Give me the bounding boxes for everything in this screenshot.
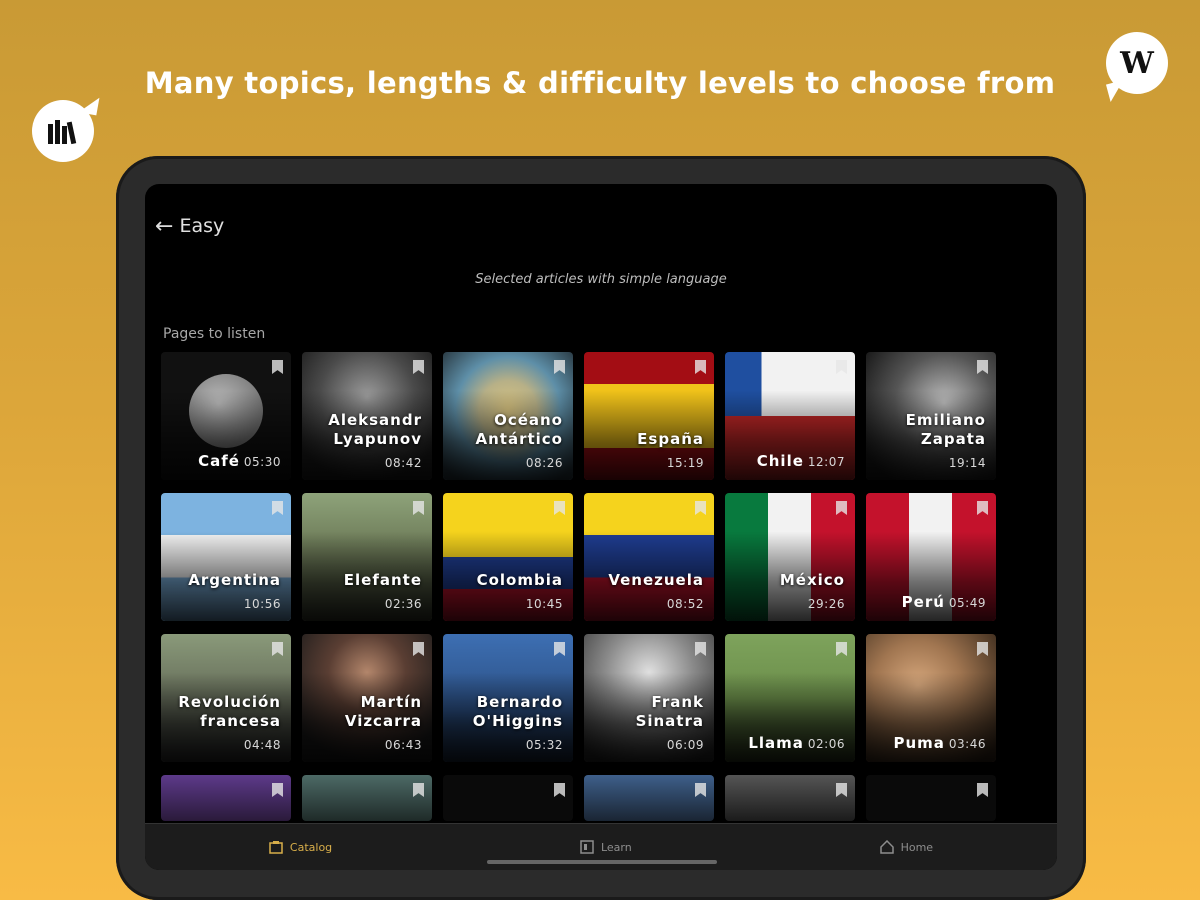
bookmark-icon[interactable]	[977, 783, 988, 797]
nav-catalog[interactable]: Catalog	[269, 840, 332, 854]
library-logo-icon	[32, 100, 94, 162]
card-duration: 04:48	[243, 738, 281, 752]
card-title: Bernardo O'Higgins	[472, 693, 563, 730]
card-duration: 06:09	[666, 738, 704, 752]
article-card-ohiggins[interactable]: Bernardo O'Higgins 05:32	[443, 634, 573, 762]
card-title: Perú	[901, 593, 945, 611]
article-card-lyapunov[interactable]: Aleksandr Lyapunov 08:42	[302, 352, 432, 480]
card-duration: 03:46	[948, 737, 986, 751]
article-card-partial[interactable]	[866, 775, 996, 821]
card-title: Chile	[756, 452, 804, 470]
article-card-vizcarra[interactable]: Martín Vizcarra 06:43	[302, 634, 432, 762]
article-card-elefante[interactable]: Elefante 02:36	[302, 493, 432, 621]
card-title: Aleksandr Lyapunov	[328, 411, 422, 448]
article-card-chile[interactable]: Chile 12:07	[725, 352, 855, 480]
card-duration: 10:56	[243, 597, 281, 611]
card-duration: 10:45	[525, 597, 563, 611]
article-card-espana[interactable]: España 15:19	[584, 352, 714, 480]
nav-catalog-label: Catalog	[289, 840, 333, 854]
wikipedia-logo-icon: W	[1106, 32, 1168, 94]
card-title: Colombia	[476, 571, 563, 589]
card-title-row: Perú 05:49	[902, 593, 986, 611]
card-title: Elefante	[343, 571, 422, 589]
card-duration: 08:26	[525, 456, 563, 470]
card-title-row: Llama 02:06	[748, 734, 845, 752]
nav-home[interactable]: Home	[879, 840, 934, 854]
bookmark-icon[interactable]	[554, 783, 565, 797]
nav-home-label: Home	[900, 840, 934, 854]
card-title-row: Chile 12:07	[757, 452, 845, 470]
article-card-partial[interactable]	[584, 775, 714, 821]
card-duration: 29:26	[807, 597, 845, 611]
card-duration: 05:30	[243, 455, 281, 469]
card-title: Puma	[893, 734, 945, 752]
card-title: Emiliano Zapata	[905, 411, 986, 448]
article-card-peru[interactable]: Perú 05:49	[866, 493, 996, 621]
article-card-puma[interactable]: Puma 03:46	[866, 634, 996, 762]
article-card-argentina[interactable]: Argentina 10:56	[161, 493, 291, 621]
article-card-cafe[interactable]: Café 05:30	[161, 352, 291, 480]
card-title: Café	[198, 452, 240, 470]
article-card-llama[interactable]: Llama 02:06	[725, 634, 855, 762]
article-card-partial[interactable]	[725, 775, 855, 821]
card-duration: 02:36	[384, 597, 422, 611]
card-duration: 08:42	[384, 456, 422, 470]
card-title: Revolución francesa	[178, 693, 281, 730]
card-duration: 12:07	[807, 455, 845, 469]
bookmark-icon[interactable]	[836, 783, 847, 797]
home-indicator[interactable]	[487, 860, 717, 864]
card-title: Frank Sinatra	[635, 693, 704, 730]
card-duration: 19:14	[948, 456, 986, 470]
nav-learn-label: Learn	[600, 840, 632, 854]
article-card-mexico[interactable]: México 29:26	[725, 493, 855, 621]
card-duration: 08:52	[666, 597, 704, 611]
page-subtitle: Selected articles with simple language	[475, 272, 727, 287]
article-card-partial[interactable]	[443, 775, 573, 821]
bookmark-icon[interactable]	[413, 783, 424, 797]
article-card-sinatra[interactable]: Frank Sinatra 06:09	[584, 634, 714, 762]
card-title: Océano Antártico	[475, 411, 563, 448]
card-title-row: Café 05:30	[198, 452, 281, 470]
nav-learn[interactable]: Learn	[580, 840, 632, 854]
article-card-partial[interactable]	[302, 775, 432, 821]
card-title: España	[637, 430, 704, 448]
article-grid: Café 05:30 Aleksandr Lyapunov 08:42 Océan…	[161, 352, 1011, 870]
card-title: Argentina	[188, 571, 281, 589]
top-bar: ← Easy	[155, 212, 224, 240]
wikipedia-logo-letter: W	[1120, 45, 1154, 81]
card-duration: 02:06	[807, 737, 845, 751]
app-screen: ← Easy Selected articles with simple lan…	[145, 184, 1057, 870]
card-title: México	[779, 571, 845, 589]
card-duration: 05:32	[525, 738, 563, 752]
article-card-partial[interactable]	[161, 775, 291, 821]
catalog-icon	[269, 841, 283, 854]
page-title: Easy	[179, 215, 225, 237]
section-title: Pages to listen	[163, 326, 266, 342]
home-icon	[879, 840, 894, 854]
bookmark-icon[interactable]	[272, 783, 283, 797]
article-card-venezuela[interactable]: Venezuela 08:52	[584, 493, 714, 621]
card-title-row: Puma 03:46	[893, 734, 986, 752]
bookmark-icon[interactable]	[695, 783, 706, 797]
card-duration: 06:43	[384, 738, 422, 752]
bottom-navigation: Catalog Learn Home	[145, 823, 1057, 870]
back-arrow-icon[interactable]: ←	[155, 214, 173, 239]
article-card-revolucion-francesa[interactable]: Revolución francesa 04:48	[161, 634, 291, 762]
card-title: Venezuela	[608, 571, 704, 589]
card-duration: 05:49	[948, 596, 986, 610]
article-card-oceano-antartico[interactable]: Océano Antártico 08:26	[443, 352, 573, 480]
promo-headline: Many topics, lengths & difficulty levels…	[144, 66, 1056, 100]
card-duration: 15:19	[666, 456, 704, 470]
article-card-colombia[interactable]: Colombia 10:45	[443, 493, 573, 621]
books-icon	[48, 120, 77, 145]
card-title: Martín Vizcarra	[344, 693, 422, 730]
learn-icon	[580, 840, 594, 854]
article-card-zapata[interactable]: Emiliano Zapata 19:14	[866, 352, 996, 480]
card-title: Llama	[748, 734, 804, 752]
